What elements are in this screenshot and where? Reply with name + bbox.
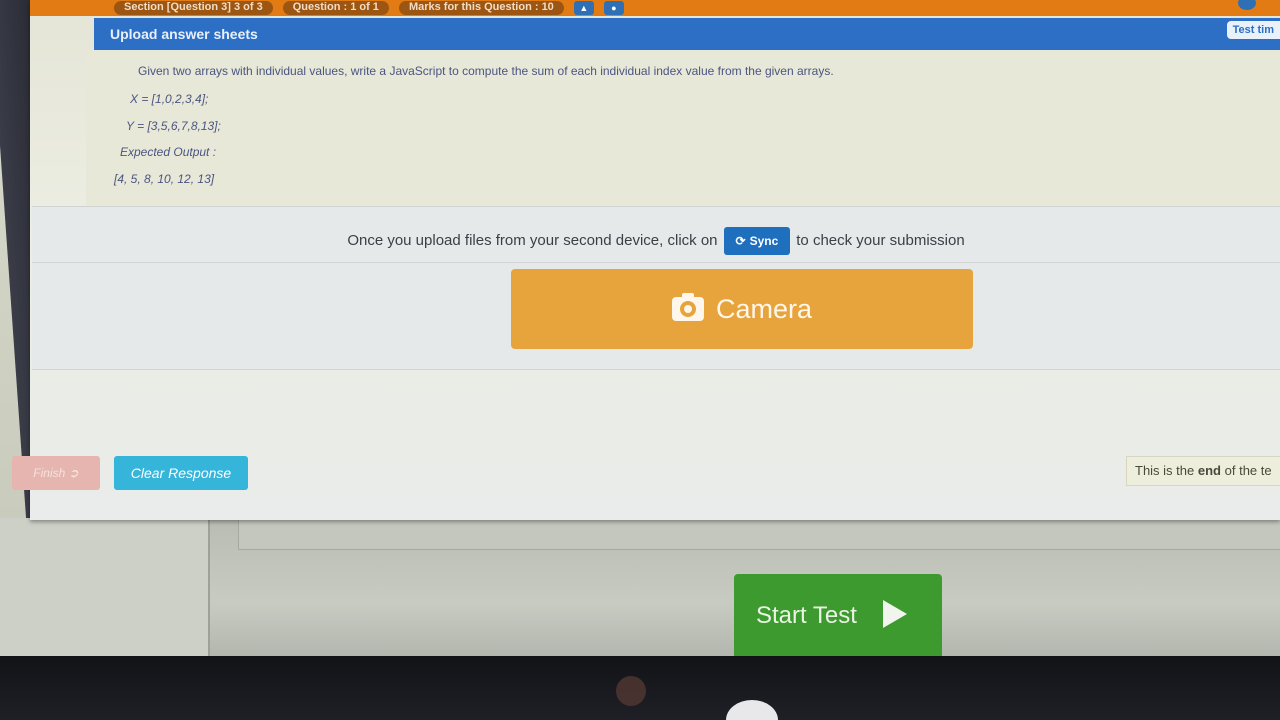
person-icon[interactable]: ▲: [573, 1, 594, 15]
chat-icon[interactable]: ●: [603, 1, 624, 15]
finish-label: Finish: [33, 466, 66, 480]
question-chip: Question : 1 of 1: [282, 1, 389, 15]
question-panel: Given two arrays with individual values,…: [86, 52, 1280, 208]
refresh-icon: ⟳: [735, 233, 746, 248]
start-test-button[interactable]: Start Test: [734, 574, 942, 660]
exit-icon: ➲: [68, 466, 79, 480]
end-note-bold: end: [1197, 463, 1221, 478]
sync-suffix-text: to check your submission: [796, 232, 965, 249]
sync-instructions: Once you upload files from your second d…: [32, 219, 1280, 263]
end-note-suffix: of the te: [1224, 463, 1272, 478]
background-screen-strip: [238, 518, 1280, 550]
camera-icon: [671, 293, 704, 321]
sync-prefix-text: Once you upload files from your second d…: [347, 232, 718, 249]
finger-blur: [616, 676, 646, 706]
start-test-label: Start Test: [756, 602, 857, 629]
array-x: X = [1,0,2,3,4];: [130, 92, 209, 106]
background-screen-sidebar: [0, 518, 210, 660]
test-screen: Section [Question 3] 3 of 3 Question : 1…: [12, 0, 1280, 520]
expected-output-value: [4, 5, 8, 10, 12, 13]: [114, 172, 215, 186]
array-y: Y = [3,5,6,7,8,13];: [126, 119, 221, 133]
camera-label: Camera: [715, 293, 813, 324]
marks-chip: Marks for this Question : 10: [398, 1, 564, 15]
menu-icon[interactable]: [1238, 0, 1256, 10]
clear-response-button[interactable]: Clear Response: [114, 456, 248, 490]
sync-label: Sync: [749, 233, 779, 248]
sync-button[interactable]: ⟳ Sync: [723, 226, 791, 255]
page-title: Upload answer sheets: [110, 26, 258, 42]
end-note-prefix: This is the: [1135, 463, 1195, 478]
question-prompt: Given two arrays with individual values,…: [138, 64, 834, 78]
upload-header: Upload answer sheets Test tim: [94, 18, 1280, 50]
end-of-test-note: This is the end of the te: [1126, 456, 1280, 486]
footer-bar: Finish ➲ Clear Response This is the end …: [12, 450, 1280, 494]
expected-output-label: Expected Output :: [120, 145, 217, 159]
section-chip: Section [Question 3] 3 of 3: [114, 1, 273, 15]
play-icon: [882, 600, 907, 628]
upload-panel: Once you upload files from your second d…: [32, 206, 1280, 370]
finish-button[interactable]: Finish ➲: [12, 456, 100, 490]
test-time-badge: Test tim: [1226, 21, 1280, 39]
camera-button[interactable]: Camera: [511, 269, 973, 349]
question-info-bar: Section [Question 3] 3 of 3 Question : 1…: [30, 0, 1280, 16]
clear-response-label: Clear Response: [130, 465, 232, 481]
